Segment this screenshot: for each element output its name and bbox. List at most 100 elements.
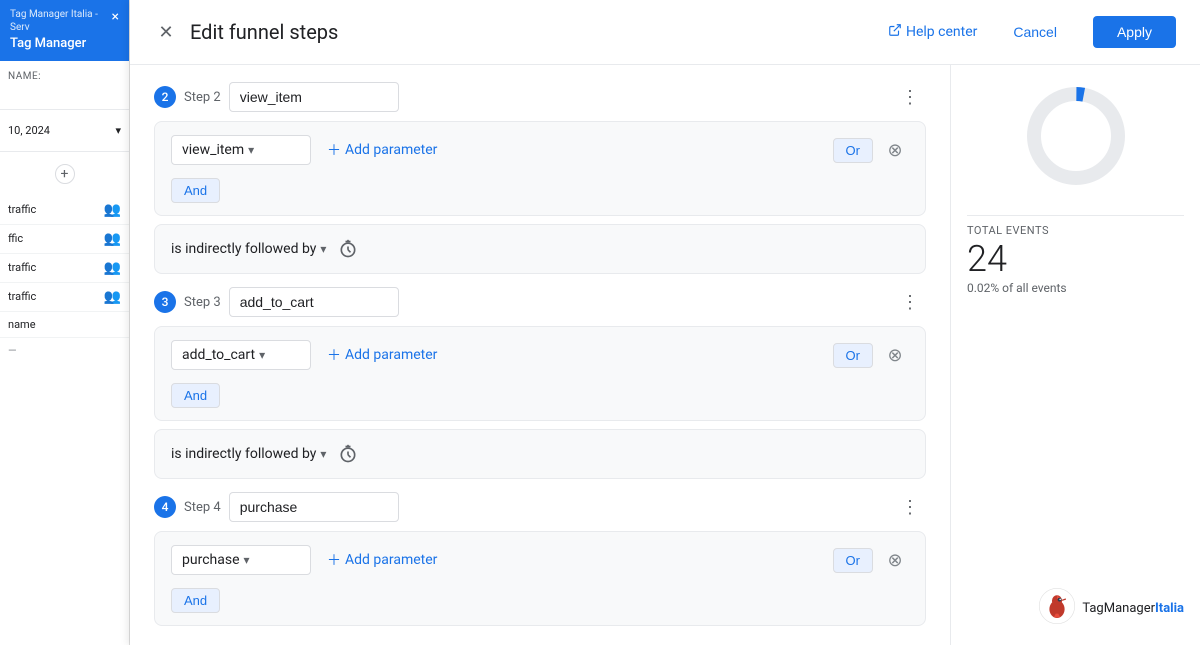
step-2-event-row: view_item ▾ ＋ Add parameter Or ⊗ (154, 121, 926, 216)
step-4-more-button[interactable]: ⋮ (894, 491, 926, 523)
modal-body: 2 Step 2 ⋮ view_item ▾ ＋ Add para (130, 65, 1200, 645)
cancel-button[interactable]: Cancel (993, 16, 1077, 48)
right-stats-panel: TOTAL EVENTS 24 0.02% of all events (950, 65, 1200, 645)
step-3-event-arrow: ▾ (259, 348, 265, 362)
apply-button[interactable]: Apply (1093, 16, 1176, 48)
step-4-event-arrow: ▾ (244, 553, 250, 567)
step-2-event-select[interactable]: view_item ▾ (171, 135, 311, 165)
plus-icon-step4: ＋ (327, 550, 341, 570)
step-4-remove-button[interactable]: ⊗ (881, 546, 909, 574)
connector-2-select[interactable]: is indirectly followed by ▾ (171, 446, 326, 462)
connector-1-row: is indirectly followed by ▾ (154, 224, 926, 274)
step-3-event-name: add_to_cart (182, 347, 255, 363)
watermark-logo-icon (1038, 587, 1076, 629)
step-3-and-button[interactable]: And (171, 383, 220, 408)
donut-chart-svg (1021, 81, 1131, 191)
add-param-label-step4: Add parameter (345, 552, 437, 568)
step-4-add-param-button[interactable]: ＋ Add parameter (319, 544, 445, 576)
step-2-more-button[interactable]: ⋮ (894, 81, 926, 113)
sidebar-date-value: 10, 2024 (8, 124, 50, 137)
help-center-label: Help center (906, 24, 977, 40)
step-3-header: 3 Step 3 ⋮ (154, 286, 926, 318)
sidebar-date-dropdown[interactable]: 10, 2024 ▾ (8, 120, 121, 141)
step-2-block: 2 Step 2 ⋮ view_item ▾ ＋ Add para (154, 81, 926, 216)
sidebar-segment-name: name (0, 312, 129, 338)
add-param-label-step2: Add parameter (345, 142, 437, 158)
step-4-header: 4 Step 4 ⋮ (154, 491, 926, 523)
connector-2-row: is indirectly followed by ▾ (154, 429, 926, 479)
step-2-and-button[interactable]: And (171, 178, 220, 203)
step-4-label: Step 4 (184, 500, 221, 515)
step-2-event-row-inner: view_item ▾ ＋ Add parameter Or ⊗ (171, 134, 909, 166)
plus-icon-step2: ＋ (327, 140, 341, 160)
watermark-text-bold: Italia (1155, 601, 1184, 616)
sidebar-item-label-3: traffic (8, 261, 36, 274)
people-icon-1: 👥 (104, 202, 121, 218)
connector-2-arrow: ▾ (320, 447, 326, 461)
connector-2-timer-icon[interactable] (334, 440, 362, 468)
modal-title: Edit funnel steps (190, 20, 876, 44)
sidebar-date-arrow: ▾ (115, 124, 121, 137)
step-2-or-button[interactable]: Or (833, 138, 873, 163)
step-4-or-button[interactable]: Or (833, 548, 873, 573)
connector-1-select[interactable]: is indirectly followed by ▾ (171, 241, 326, 257)
sidebar-add-button[interactable]: + (55, 164, 75, 184)
modal-actions: Help center Cancel Apply (888, 16, 1176, 48)
step-3-remove-button[interactable]: ⊗ (881, 341, 909, 369)
step-2-badge: 2 (154, 86, 176, 108)
step-2-label: Step 2 (184, 90, 221, 105)
step-4-and-button[interactable]: And (171, 588, 220, 613)
sidebar-item-traffic-4[interactable]: traffic 👥 (0, 283, 129, 312)
sidebar-name-value (8, 86, 121, 99)
step-3-badge: 3 (154, 291, 176, 313)
stats-divider (967, 215, 1184, 216)
step-2-event-name: view_item (182, 142, 244, 158)
edit-funnel-modal: ✕ Edit funnel steps Help center Cancel A… (130, 0, 1200, 645)
sidebar-item-label-4: traffic (8, 290, 36, 303)
help-center-link[interactable]: Help center (888, 23, 977, 41)
people-icon-2: 👥 (104, 231, 121, 247)
connector-1-label: is indirectly followed by (171, 241, 316, 257)
sidebar-date-section: 10, 2024 ▾ (0, 110, 129, 152)
plus-icon-step3: ＋ (327, 345, 341, 365)
remove-icon-step3: ⊗ (887, 345, 902, 366)
external-link-icon (888, 23, 902, 41)
step-3-name-input[interactable] (229, 287, 399, 317)
sidebar-add-section: + (0, 152, 129, 196)
step-4-name-input[interactable] (229, 492, 399, 522)
sidebar-app-name: Tag Manager (10, 36, 119, 53)
sidebar-header: Tag Manager Italia - Serv × Tag Manager (0, 0, 129, 61)
step-3-event-select[interactable]: add_to_cart ▾ (171, 340, 311, 370)
sidebar-close-icon[interactable]: × (112, 8, 119, 26)
watermark-text-normal: TagManager (1082, 601, 1155, 616)
sidebar-item-traffic-3[interactable]: traffic 👥 (0, 254, 129, 283)
sidebar-item-traffic-2[interactable]: ffic 👥 (0, 225, 129, 254)
remove-icon-step2: ⊗ (887, 140, 902, 161)
add-param-label-step3: Add parameter (345, 347, 437, 363)
tagmanager-italia-logo (1038, 587, 1076, 625)
connector-1-timer-icon[interactable] (334, 235, 362, 263)
modal-header: ✕ Edit funnel steps Help center Cancel A… (130, 0, 1200, 65)
modal-close-button[interactable]: ✕ (154, 20, 178, 44)
step-3-label: Step 3 (184, 295, 221, 310)
step-3-or-button[interactable]: Or (833, 343, 873, 368)
step-3-event-row: add_to_cart ▾ ＋ Add parameter Or ⊗ (154, 326, 926, 421)
donut-chart-area (967, 81, 1184, 191)
step-2-header: 2 Step 2 ⋮ (154, 81, 926, 113)
step-2-name-input[interactable] (229, 82, 399, 112)
total-events-label: TOTAL EVENTS (967, 224, 1184, 237)
people-icon-3: 👥 (104, 260, 121, 276)
watermark-area: TagManagerItalia (967, 547, 1184, 629)
step-3-add-param-button[interactable]: ＋ Add parameter (319, 339, 445, 371)
connector-2-label: is indirectly followed by (171, 446, 316, 462)
step-4-event-select[interactable]: purchase ▾ (171, 545, 311, 575)
connector-1-arrow: ▾ (320, 242, 326, 256)
step-2-remove-button[interactable]: ⊗ (881, 136, 909, 164)
sidebar-item-label-2: ffic (8, 232, 23, 245)
step-4-block: 4 Step 4 ⋮ purchase ▾ ＋ Add param (154, 491, 926, 626)
step-4-event-row-inner: purchase ▾ ＋ Add parameter Or ⊗ (171, 544, 909, 576)
step-3-more-button[interactable]: ⋮ (894, 286, 926, 318)
sidebar-item-traffic-1[interactable]: traffic 👥 (0, 196, 129, 225)
step-2-add-param-button[interactable]: ＋ Add parameter (319, 134, 445, 166)
step-4-event-name: purchase (182, 552, 240, 568)
